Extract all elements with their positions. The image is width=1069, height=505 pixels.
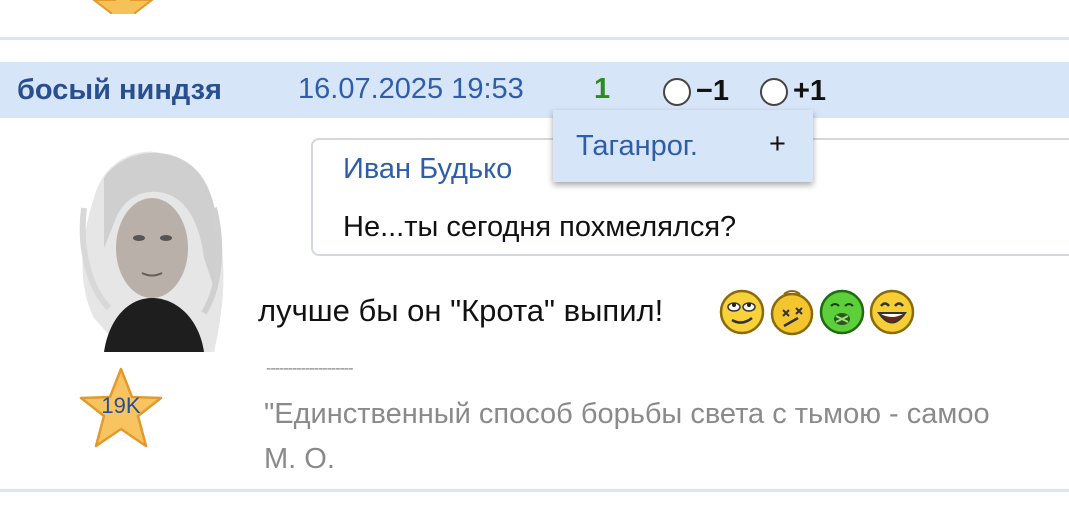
author-avatar[interactable]	[64, 138, 230, 352]
vote-plus-option[interactable]: +1	[760, 75, 826, 108]
vote-minus-label: −1	[696, 75, 730, 107]
signature-line-2: М. О.	[264, 443, 335, 475]
popup-add-button[interactable]: +	[769, 128, 786, 161]
rolleyes-smiley-icon	[719, 289, 765, 335]
post-score: 1	[594, 73, 611, 105]
signature-line-1: "Единственный способ борьбы света с тьмо…	[264, 398, 990, 430]
vote-minus-radio[interactable]	[663, 77, 691, 106]
quote-author-link[interactable]: Иван Будько	[343, 153, 512, 186]
rating-badge-value: 19K	[101, 393, 141, 418]
dizzy-smiley-icon	[770, 290, 814, 336]
post-message-text: лучше бы он "Крота" выпил!	[258, 293, 664, 328]
vote-minus-option[interactable]: −1	[663, 75, 729, 108]
signature-separator: --------------------	[266, 360, 354, 377]
post-date[interactable]: 16.07.2025 19:53	[298, 73, 524, 106]
previous-post-star-icon	[92, 0, 154, 14]
post-header: босый ниндзя 16.07.2025 19:53 1 −1 +1	[0, 62, 1069, 118]
sick-smiley-icon	[819, 289, 865, 335]
popup-city-link[interactable]: Таганрог.	[576, 130, 698, 163]
user-rating-badge: 19K	[79, 366, 163, 452]
author-location-popup: Таганрог. +	[553, 110, 813, 182]
post-divider-top	[0, 37, 1069, 40]
quote-text: Не...ты сегодня похмелялся?	[343, 211, 737, 243]
message-smileys	[718, 288, 918, 336]
laughing-smiley-icon	[869, 289, 915, 335]
vote-plus-radio[interactable]	[760, 77, 788, 106]
post-author-link[interactable]: босый ниндзя	[17, 74, 222, 107]
post-divider-bottom	[0, 489, 1069, 492]
vote-plus-label: +1	[793, 75, 827, 107]
